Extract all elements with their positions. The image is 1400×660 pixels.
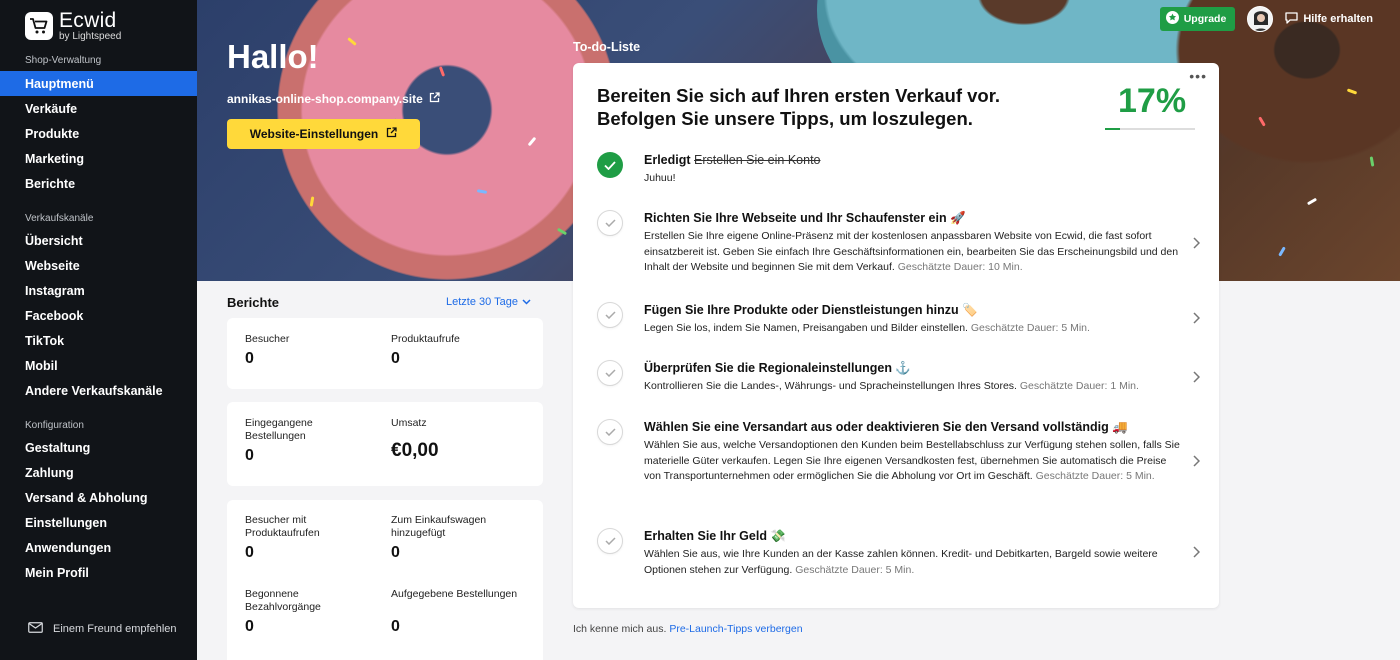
sidebar-item-hauptmenue[interactable]: Hauptmenü (0, 71, 197, 96)
sidebar-item-facebook[interactable]: Facebook (0, 303, 197, 328)
metric-orders-placed: Aufgegebene Bestellungen 0 (391, 588, 518, 635)
sidebar-item-tiktok[interactable]: TikTok (0, 328, 197, 353)
sidebar: Ecwid by Lightspeed Shop-Verwaltung Haup… (0, 0, 197, 660)
help-label: Hilfe erhalten (1303, 13, 1373, 25)
mail-icon (28, 622, 43, 636)
sidebar-item-profil[interactable]: Mein Profil (0, 560, 197, 585)
sidebar-item-verkaeufe[interactable]: Verkäufe (0, 96, 197, 121)
reports-title: Berichte (227, 295, 280, 310)
report-card-funnel: Besucher mit Produktaufrufen 0 Zum Einka… (227, 500, 543, 660)
metric-added-to-cart: Zum Einkaufswagen hinzugefügt 0 (391, 514, 487, 561)
hide-tips-link[interactable]: Pre-Launch-Tipps verbergen (669, 623, 802, 635)
task-title: Wählen Sie eine Versandart aus oder deak… (644, 420, 1128, 434)
checkmark-icon (597, 302, 623, 328)
section-title: Konfiguration (25, 420, 84, 431)
sidebar-item-versand[interactable]: Versand & Abholung (0, 485, 197, 510)
task-desc: Juhuu! (644, 172, 676, 184)
brand-sub: by Lightspeed (59, 31, 122, 42)
chevron-right-icon[interactable] (1193, 454, 1201, 472)
upgrade-label: Upgrade (1183, 13, 1227, 25)
metric-product-views: Produktaufrufe 0 (391, 333, 460, 367)
date-range-dropdown[interactable]: Letzte 30 Tage (446, 296, 531, 308)
task-desc: Wählen Sie aus, wie Ihre Kunden an der K… (644, 548, 1158, 576)
task-estimate: Geschätzte Dauer: 5 Min. (1035, 470, 1155, 482)
task-desc: Kontrollieren Sie die Landes-, Währungs-… (644, 380, 1139, 392)
section-title: Verkaufskanäle (25, 213, 94, 224)
task-title: Erhalten Sie Ihr Geld 💸 (644, 529, 786, 543)
date-range-label: Letzte 30 Tage (446, 296, 518, 308)
task-estimate: Geschätzte Dauer: 5 Min. (795, 563, 915, 576)
task-desc: Erstellen Sie Ihre eigene Online-Präsenz… (644, 230, 1179, 273)
sidebar-item-gestaltung[interactable]: Gestaltung (0, 435, 197, 460)
checkmark-icon (597, 360, 623, 386)
sidebar-item-zahlung[interactable]: Zahlung (0, 460, 197, 485)
greeting: Hallo! (227, 38, 319, 75)
hide-tips-line: Ich kenne mich aus. Pre-Launch-Tipps ver… (573, 623, 803, 635)
todo-heading: Bereiten Sie sich auf Ihren ersten Verka… (597, 85, 1001, 129)
sidebar-item-instagram[interactable]: Instagram (0, 278, 197, 303)
metric-checkouts-started: Begonnene Bezahlvorgänge 0 (245, 588, 321, 635)
progress-bar (1105, 128, 1195, 130)
checkmark-done-icon (597, 152, 623, 178)
more-options-icon[interactable]: ••• (1189, 68, 1207, 84)
chevron-right-icon[interactable] (1193, 236, 1201, 254)
website-settings-button[interactable]: Website-Einstellungen (227, 119, 420, 149)
external-link-icon (429, 92, 440, 106)
sidebar-item-produkte[interactable]: Produkte (0, 121, 197, 146)
help-link[interactable]: Hilfe erhalten (1285, 11, 1373, 27)
task-title: Erstellen Sie ein Konto (694, 153, 821, 167)
upgrade-button[interactable]: Upgrade (1159, 7, 1236, 31)
refer-friend-link[interactable]: Einem Freund empfehlen (28, 622, 177, 636)
chevron-down-icon (522, 296, 531, 308)
checkmark-icon (597, 528, 623, 554)
checkmark-icon (597, 419, 623, 445)
star-icon (1165, 11, 1179, 27)
brand-name: Ecwid (59, 9, 117, 32)
task-status: Erledigt (644, 153, 691, 167)
metric-revenue: Umsatz €0,00 (391, 417, 439, 461)
external-link-icon (386, 127, 397, 141)
sidebar-item-mobil[interactable]: Mobil (0, 353, 197, 378)
sidebar-item-einstellungen[interactable]: Einstellungen (0, 510, 197, 535)
progress-percent: 17% (1118, 82, 1187, 120)
shop-url-label: annikas-online-shop.company.site (227, 92, 423, 106)
metric-visitors-with-views: Besucher mit Produktaufrufen 0 (245, 514, 320, 561)
report-card-traffic: Besucher 0 Produktaufrufe 0 (227, 318, 543, 389)
task-title: Überprüfen Sie die Regionaleinstellungen… (644, 361, 911, 375)
sidebar-item-andere[interactable]: Andere Verkaufskanäle (0, 378, 197, 403)
todo-card: ••• Bereiten Sie sich auf Ihren ersten V… (573, 63, 1219, 608)
chevron-right-icon[interactable] (1193, 311, 1201, 329)
top-right-toolbar: Upgrade Hilfe erhalten (1159, 6, 1373, 32)
avatar[interactable] (1247, 6, 1274, 32)
sidebar-item-webseite[interactable]: Webseite (0, 253, 197, 278)
website-settings-label: Website-Einstellungen (249, 127, 379, 141)
todo-list-title: To-do-Liste (573, 40, 641, 54)
metric-visitors: Besucher 0 (245, 333, 290, 367)
refer-friend-label: Einem Freund empfehlen (53, 623, 177, 635)
sidebar-item-anwendungen[interactable]: Anwendungen (0, 535, 197, 560)
section-title: Shop-Verwaltung (25, 55, 102, 66)
task-estimate: Geschätzte Dauer: 10 Min. (897, 261, 1023, 273)
checkmark-icon (597, 210, 623, 236)
chevron-right-icon[interactable] (1193, 370, 1201, 388)
sidebar-item-uebersicht[interactable]: Übersicht (0, 228, 197, 253)
sidebar-item-marketing[interactable]: Marketing (0, 146, 197, 171)
brand-logo[interactable]: Ecwid by Lightspeed (25, 10, 121, 42)
task-title: Richten Sie Ihre Webseite und Ihr Schauf… (644, 211, 966, 225)
task-estimate: Geschätzte Dauer: 1 Min. (1019, 380, 1139, 392)
shop-url-link[interactable]: annikas-online-shop.company.site (227, 92, 440, 106)
metric-orders: Eingegangene Bestellungen 0 (245, 417, 313, 464)
task-title: Fügen Sie Ihre Produkte oder Dienstleist… (644, 303, 978, 317)
task-desc: Legen Sie los, indem Sie Namen, Preisang… (644, 322, 1090, 334)
progress-bar-fill (1105, 128, 1121, 130)
chevron-right-icon[interactable] (1193, 545, 1201, 563)
report-card-orders: Eingegangene Bestellungen 0 Umsatz €0,00 (227, 402, 543, 486)
task-estimate: Geschätzte Dauer: 5 Min. (970, 322, 1090, 334)
shopping-cart-icon (25, 12, 53, 40)
task-desc: Wählen Sie aus, welche Versandoptionen d… (644, 439, 1180, 482)
chat-icon (1285, 11, 1298, 27)
sidebar-item-berichte[interactable]: Berichte (0, 171, 197, 196)
